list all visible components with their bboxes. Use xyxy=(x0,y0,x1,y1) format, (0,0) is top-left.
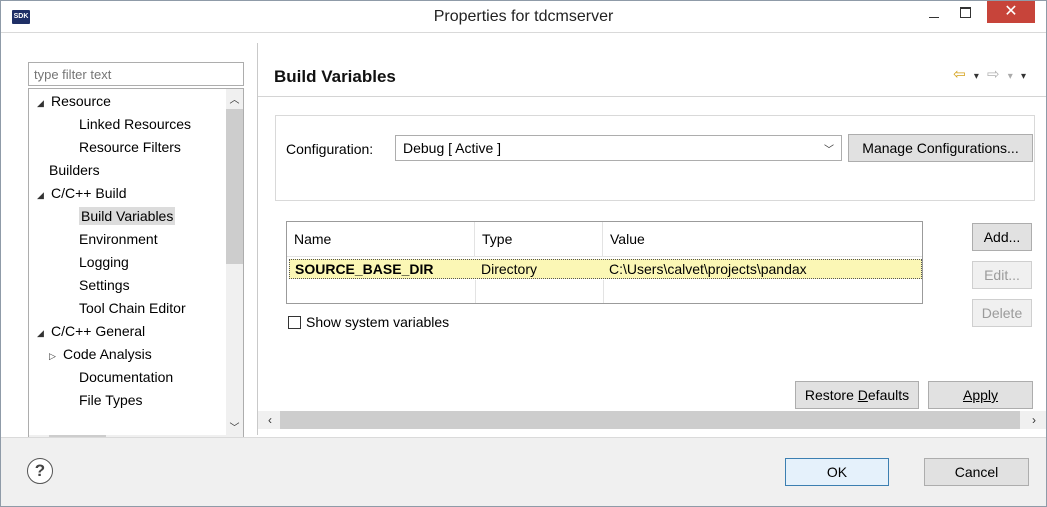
column-separator xyxy=(475,280,476,303)
maximize-icon xyxy=(960,7,971,18)
dialog-footer: ? OK Cancel xyxy=(1,438,1046,506)
tree-item[interactable]: Tool Chain Editor xyxy=(79,298,186,320)
table-empty-row xyxy=(287,280,922,303)
back-dropdown-icon[interactable]: ▾ xyxy=(974,71,979,82)
cancel-button[interactable]: Cancel xyxy=(924,458,1029,486)
edit-button[interactable]: Edit... xyxy=(972,261,1032,289)
tree-item[interactable]: Logging xyxy=(79,252,129,274)
ok-button[interactable]: OK xyxy=(785,458,889,486)
tree-item[interactable]: Documentation xyxy=(79,367,173,389)
back-arrow-icon[interactable]: ⇦ xyxy=(953,66,966,83)
tree-item[interactable]: Environment xyxy=(79,229,158,251)
page-title: Build Variables xyxy=(274,67,396,86)
tree-item-label: Builders xyxy=(49,162,100,178)
collapsed-arrow-icon[interactable]: ▷ xyxy=(49,346,63,366)
tree-item-label: File Types xyxy=(79,392,143,408)
tree-item-label: Settings xyxy=(79,277,130,293)
scroll-right-icon[interactable]: › xyxy=(1025,411,1043,429)
close-icon: ✕ xyxy=(1004,3,1018,20)
variable-value-cell: C:\Users\calvet\projects\pandax xyxy=(609,261,807,277)
apply-label: Apply xyxy=(962,387,999,403)
tree-item-label: C/C++ Build xyxy=(51,185,127,201)
tree-item[interactable]: File Types xyxy=(79,390,143,412)
forward-dropdown-icon[interactable]: ▾ xyxy=(1008,71,1013,82)
title-bar[interactable]: SDK Properties for tdcmserver ✕ xyxy=(1,1,1046,33)
variable-type-cell: Directory xyxy=(481,261,538,277)
window-title: Properties for tdcmserver xyxy=(433,8,614,25)
tree-item-label: Linked Resources xyxy=(79,116,192,132)
scroll-thumb[interactable] xyxy=(280,411,1020,429)
tree-item[interactable]: Builders xyxy=(49,160,100,182)
minimize-icon xyxy=(929,17,939,18)
tree-item-label: Environment xyxy=(79,231,158,247)
scroll-left-icon[interactable]: ‹ xyxy=(261,411,279,429)
variable-name-cell: SOURCE_BASE_DIR xyxy=(295,261,434,277)
build-variables-table[interactable]: Name Type Value SOURCE_BASE_DIR Director… xyxy=(286,221,923,304)
close-button[interactable]: ✕ xyxy=(987,1,1035,23)
tree-item-label: C/C++ General xyxy=(51,323,146,339)
tree-item-label: Resource xyxy=(51,93,111,109)
column-header-name[interactable]: Name xyxy=(287,222,475,257)
manage-configurations-button[interactable]: Manage Configurations... xyxy=(848,134,1033,162)
tree-item[interactable]: ◢ Resource xyxy=(37,91,111,113)
maximize-button[interactable] xyxy=(951,3,981,27)
forward-arrow-icon[interactable]: ⇨ xyxy=(987,66,1000,83)
page-header: Build Variables ⇦ ▾ ⇨ ▾ ▾ xyxy=(258,43,1046,97)
show-system-variables-label: Show system variables xyxy=(306,314,450,330)
configuration-value: Debug [ Active ] xyxy=(403,140,502,156)
help-icon[interactable]: ? xyxy=(27,458,53,484)
restore-defaults-button[interactable]: Restore Defaults xyxy=(795,381,919,409)
expanded-arrow-icon[interactable]: ◢ xyxy=(37,185,51,205)
show-system-variables-checkbox[interactable] xyxy=(288,316,301,329)
delete-button[interactable]: Delete xyxy=(972,299,1032,327)
add-button[interactable]: Add... xyxy=(972,223,1032,251)
right-pane: Build Variables ⇦ ▾ ⇨ ▾ ▾ Configuration:… xyxy=(258,43,1046,437)
tree-item[interactable]: ▷ Code Analysis xyxy=(49,344,152,366)
filter-input[interactable] xyxy=(28,62,244,86)
configuration-group: Configuration: Debug [ Active ] ﹀ Manage… xyxy=(275,115,1035,201)
tree-item-label: Build Variables xyxy=(79,207,176,225)
history-navigation: ⇦ ▾ ⇨ ▾ ▾ xyxy=(949,65,1026,83)
property-page-tree: ◢ Resource Linked Resources Resource Filter… xyxy=(28,88,244,453)
expanded-arrow-icon[interactable]: ◢ xyxy=(37,93,51,113)
configuration-label: Configuration: xyxy=(286,141,374,157)
tree-item-label: Documentation xyxy=(79,369,174,385)
view-menu-icon[interactable]: ▾ xyxy=(1021,71,1026,82)
column-header-value[interactable]: Value xyxy=(603,222,922,257)
column-separator xyxy=(603,280,604,303)
left-pane: ◢ResourceLinked ResourcesResource Filter… xyxy=(19,43,248,453)
configuration-select[interactable]: Debug [ Active ] ﹀ xyxy=(395,135,842,161)
properties-dialog: SDK Properties for tdcmserver ✕ ◢Resourc… xyxy=(0,0,1047,507)
tree-item[interactable]: ◢ C/C++ General xyxy=(37,321,145,343)
apply-button[interactable]: Apply xyxy=(928,381,1033,409)
content-horizontal-scrollbar[interactable]: ‹ › xyxy=(258,411,1046,429)
scroll-thumb[interactable] xyxy=(226,109,243,264)
tree-item[interactable]: Resource Filters xyxy=(79,137,181,159)
minimize-button[interactable] xyxy=(919,3,949,27)
tree-item-label: Logging xyxy=(79,254,129,270)
tree-item[interactable]: ◢ C/C++ Build xyxy=(37,183,126,205)
scroll-down-icon[interactable]: ﹀ xyxy=(226,419,243,434)
tree-item[interactable]: Linked Resources xyxy=(79,114,191,136)
chevron-down-icon: ﹀ xyxy=(824,145,834,156)
tree-item[interactable]: Settings xyxy=(79,275,130,297)
tree-vertical-scrollbar[interactable]: ︿ ﹀ xyxy=(226,89,243,436)
scroll-up-icon[interactable]: ︿ xyxy=(226,91,243,106)
table-row[interactable]: SOURCE_BASE_DIR Directory C:\Users\calve… xyxy=(289,259,922,279)
expanded-arrow-icon[interactable]: ◢ xyxy=(37,323,51,343)
tree-item-label: Tool Chain Editor xyxy=(79,300,186,316)
show-system-variables[interactable]: Show system variables xyxy=(288,314,449,330)
tree-item[interactable]: Build Variables xyxy=(79,206,176,228)
tree-item-label: Resource Filters xyxy=(79,139,181,155)
column-header-type[interactable]: Type xyxy=(475,222,603,257)
tree-item-label: Code Analysis xyxy=(63,346,152,362)
